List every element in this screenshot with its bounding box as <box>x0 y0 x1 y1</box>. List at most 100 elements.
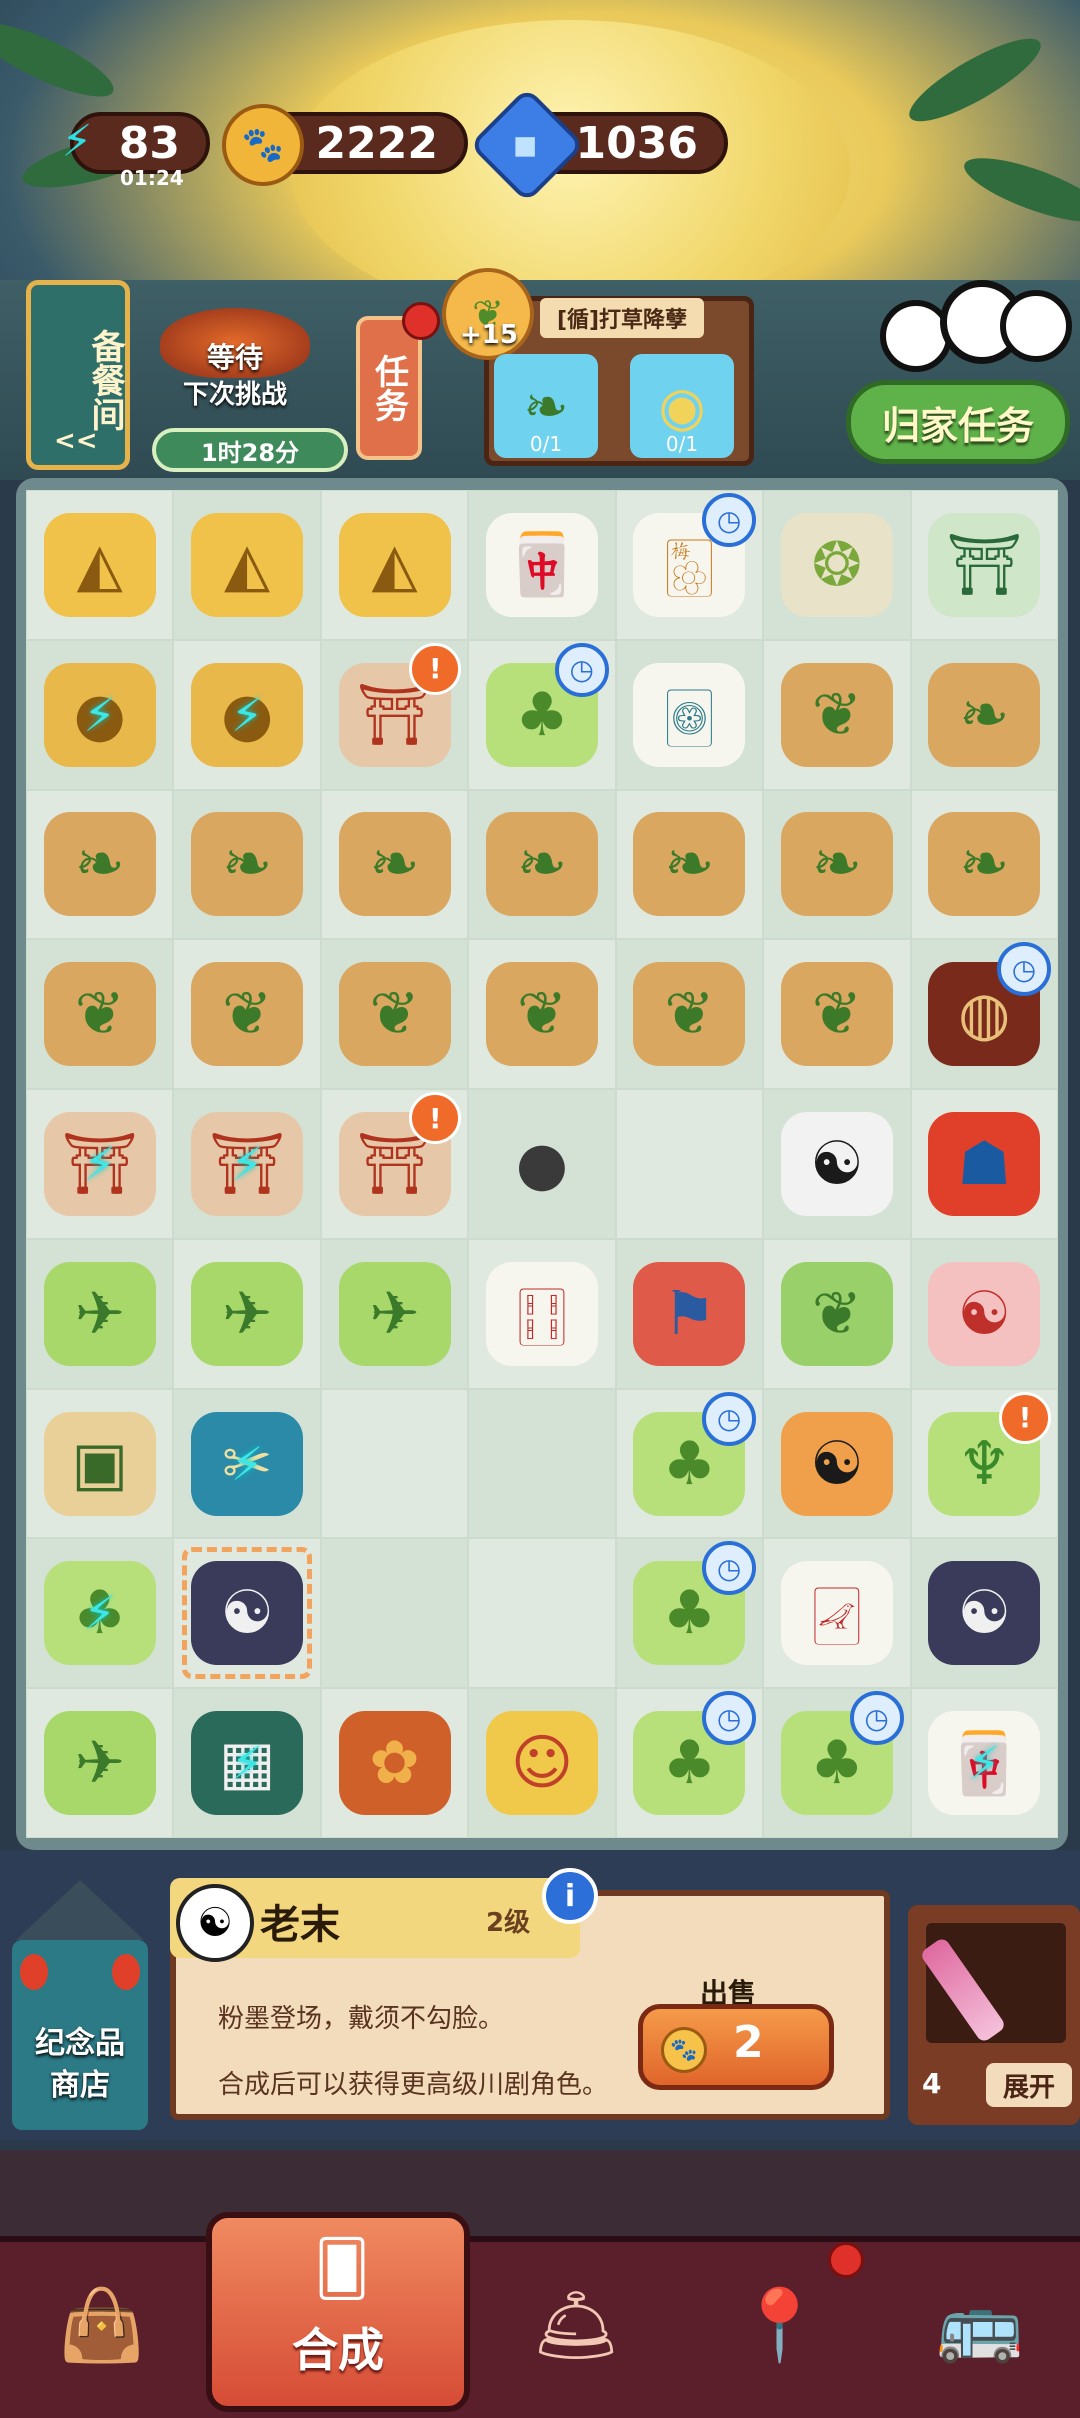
opera-mask-red-icon[interactable]: ☗ <box>928 1111 1041 1216</box>
pavilion-icon[interactable]: ⛩ <box>928 512 1041 617</box>
board-cell[interactable]: ▣ <box>26 1388 174 1539</box>
board-cell[interactable]: ✈ <box>173 1238 321 1389</box>
board-cell[interactable]: ❦ <box>763 939 911 1090</box>
leaf-basket-icon[interactable]: ❦ <box>43 962 156 1067</box>
monkey-mask-icon[interactable]: ☺ <box>485 1711 598 1816</box>
opera-panda-black-icon[interactable]: ☯ <box>928 1561 1041 1666</box>
board-cell[interactable] <box>615 1089 764 1239</box>
board-cell[interactable]: ✈ <box>26 1238 174 1389</box>
board-cell[interactable]: ✂ ⚡ <box>173 1388 321 1539</box>
board-cell[interactable]: ♣ ◷ <box>615 1688 764 1838</box>
sunflower-seed-icon[interactable]: ● <box>486 1112 598 1216</box>
board-cell[interactable]: ❧ <box>763 789 911 940</box>
board-cell[interactable]: ❧ <box>173 789 321 940</box>
dragonfly-icon[interactable]: ✈ <box>43 1261 156 1366</box>
board-cell[interactable]: ⛩! <box>320 639 469 790</box>
board-cell[interactable]: ☯ <box>763 1089 911 1239</box>
home-task-button[interactable]: 归家任务 <box>846 380 1070 464</box>
board-cell[interactable]: ✈ <box>320 1238 469 1389</box>
board-cell[interactable]: ❦ <box>763 639 911 790</box>
board-cell[interactable]: ☗ <box>910 1089 1058 1239</box>
souvenir-shop-button[interactable]: 纪念品 商店 <box>0 1880 160 2140</box>
leaf-basket-scoop-icon[interactable]: ❧ <box>191 812 304 917</box>
mahjong-tile-bamboo-icon[interactable]: 🀓 <box>485 1261 598 1366</box>
board-cell[interactable]: ⛩ ⚡ <box>173 1089 321 1239</box>
board-cell[interactable]: ☯ <box>910 1238 1058 1389</box>
board-cell[interactable]: ❦ <box>763 1238 911 1389</box>
board-cell[interactable]: ❦ <box>173 939 321 1090</box>
mahjong-tile-icon[interactable]: 🀄 <box>485 512 598 617</box>
board-cell[interactable]: ❦ <box>320 939 469 1090</box>
board-cell[interactable]: ♣ ⚡ <box>26 1538 174 1689</box>
sell-button[interactable]: 🐾 2 <box>638 2004 834 2090</box>
board-cell[interactable]: ♣ ◷ <box>763 1688 911 1838</box>
gold-ingot-icon[interactable]: ◭ <box>338 512 451 617</box>
board-cell[interactable]: ♣ ◷ <box>468 639 616 790</box>
board-cell[interactable]: ◍ ◷ <box>910 939 1058 1090</box>
bag-icon[interactable]: 👜 <box>22 2260 182 2390</box>
board-cell[interactable]: 🀢 ◷ <box>615 490 764 640</box>
board-cell[interactable]: ❧ <box>615 789 764 940</box>
service-bell-icon[interactable]: 🛎 <box>496 2260 656 2390</box>
tea-leaf-icon[interactable]: ❦ <box>780 1261 893 1366</box>
board-cell[interactable]: 🀄 <box>468 490 616 640</box>
leaf-basket-scoop-icon[interactable]: ❧ <box>338 812 451 917</box>
board-cell[interactable]: ❦ <box>615 939 764 1090</box>
info-icon[interactable]: i <box>542 1868 598 1924</box>
board-cell[interactable]: ❧ <box>468 789 616 940</box>
board-cell[interactable]: 🀙 <box>615 639 764 790</box>
board-cell[interactable]: ⚑ <box>615 1238 764 1389</box>
board-cell[interactable]: ☺ <box>468 1688 616 1838</box>
board-cell[interactable]: ☯ <box>910 1538 1058 1689</box>
board-cell[interactable]: ♣ ◷ <box>615 1388 764 1539</box>
board-cell[interactable]: 🀐 <box>763 1538 911 1689</box>
mahjong-tile-small-icon[interactable]: 🀐 <box>780 1561 893 1666</box>
leaf-basket-scoop-icon[interactable]: ❧ <box>780 812 893 917</box>
plant-crate-icon[interactable]: ▣ <box>43 1411 156 1516</box>
panda-eating-icon[interactable]: ☯ <box>780 1411 893 1516</box>
dragonfly-icon[interactable]: ✈ <box>338 1261 451 1366</box>
mahjong-tile-round-icon[interactable]: 🀙 <box>633 662 746 767</box>
leaf-basket-icon[interactable]: ❦ <box>633 962 746 1067</box>
board-cell[interactable]: 🀓 <box>468 1238 616 1389</box>
tab-merge[interactable]: 🂠 合成 <box>206 2212 470 2412</box>
board-cell[interactable]: ◭ <box>26 490 174 640</box>
board-cell[interactable]: ✿ <box>320 1688 469 1838</box>
board-cell[interactable]: ☯ <box>763 1388 911 1539</box>
opera-panda-icon[interactable]: ☯ <box>928 1261 1041 1366</box>
merge-board[interactable]: ◭ ◭ ◭ 🀄 🀢 ◷ ❂ ⛩ ● ⚡ ● ⚡ ⛩! ♣ ◷ 🀙 ❦ ❧ ❧ ❧ ❧ ❧ ❧ ❧ ❧ ❦ ❦ ❦ ❦ ❦ ❦ ◍ ◷ ⛩ ⚡ ⛩ ⚡ ⛩!… <box>26 490 1058 1838</box>
board-cell[interactable]: ❧ <box>910 639 1058 790</box>
board-cell[interactable]: ❧ <box>910 789 1058 940</box>
leaf-basket-scoop-icon[interactable]: ❧ <box>633 812 746 917</box>
board-cell[interactable]: ♆! <box>910 1388 1058 1539</box>
board-cell[interactable]: ◭ <box>320 490 469 640</box>
board-cell[interactable]: ⛩ ⚡ <box>26 1089 174 1239</box>
board-cell[interactable]: ● ⚡ <box>26 639 174 790</box>
board-cell[interactable]: ❦ <box>26 939 174 1090</box>
board-cell[interactable]: ◭ <box>173 490 321 640</box>
board-cell[interactable]: 🀄 ⚡ <box>910 1688 1058 1838</box>
opera-flag-icon[interactable]: ⚑ <box>633 1261 746 1366</box>
board-cell[interactable]: ♣ ◷ <box>615 1538 764 1689</box>
board-cell[interactable]: ✈ <box>26 1688 174 1838</box>
board-cell[interactable]: ▦ ⚡ <box>173 1688 321 1838</box>
board-cell[interactable] <box>468 1388 616 1539</box>
edamame-bowl-icon[interactable]: ❂ <box>780 512 893 617</box>
board-cell[interactable]: ❧ <box>320 789 469 940</box>
board-cell[interactable] <box>320 1538 469 1689</box>
board-cell[interactable]: ❧ <box>26 789 174 940</box>
board-cell[interactable]: ❦ <box>468 939 616 1090</box>
leaf-basket-icon[interactable]: ❦ <box>780 962 893 1067</box>
leaf-basket-icon[interactable]: ❦ <box>338 962 451 1067</box>
leaf-basket-scoop-icon[interactable]: ❧ <box>928 812 1041 917</box>
dragonfly-icon[interactable]: ✈ <box>191 1261 304 1366</box>
leaf-basket-scoop-icon[interactable]: ❧ <box>43 812 156 917</box>
fried-snack-icon[interactable]: ✿ <box>338 1711 451 1816</box>
leaf-basket-icon[interactable]: ❦ <box>485 962 598 1067</box>
board-cell[interactable] <box>320 1388 469 1539</box>
board-cell[interactable]: ⛩ <box>910 490 1058 640</box>
inventory-box[interactable]: 4 展开 <box>908 1905 1080 2125</box>
gold-ingot-icon[interactable]: ◭ <box>191 512 304 617</box>
map-pin-icon[interactable]: 📍 <box>700 2260 860 2390</box>
board-cell[interactable]: ☯ <box>173 1538 321 1689</box>
